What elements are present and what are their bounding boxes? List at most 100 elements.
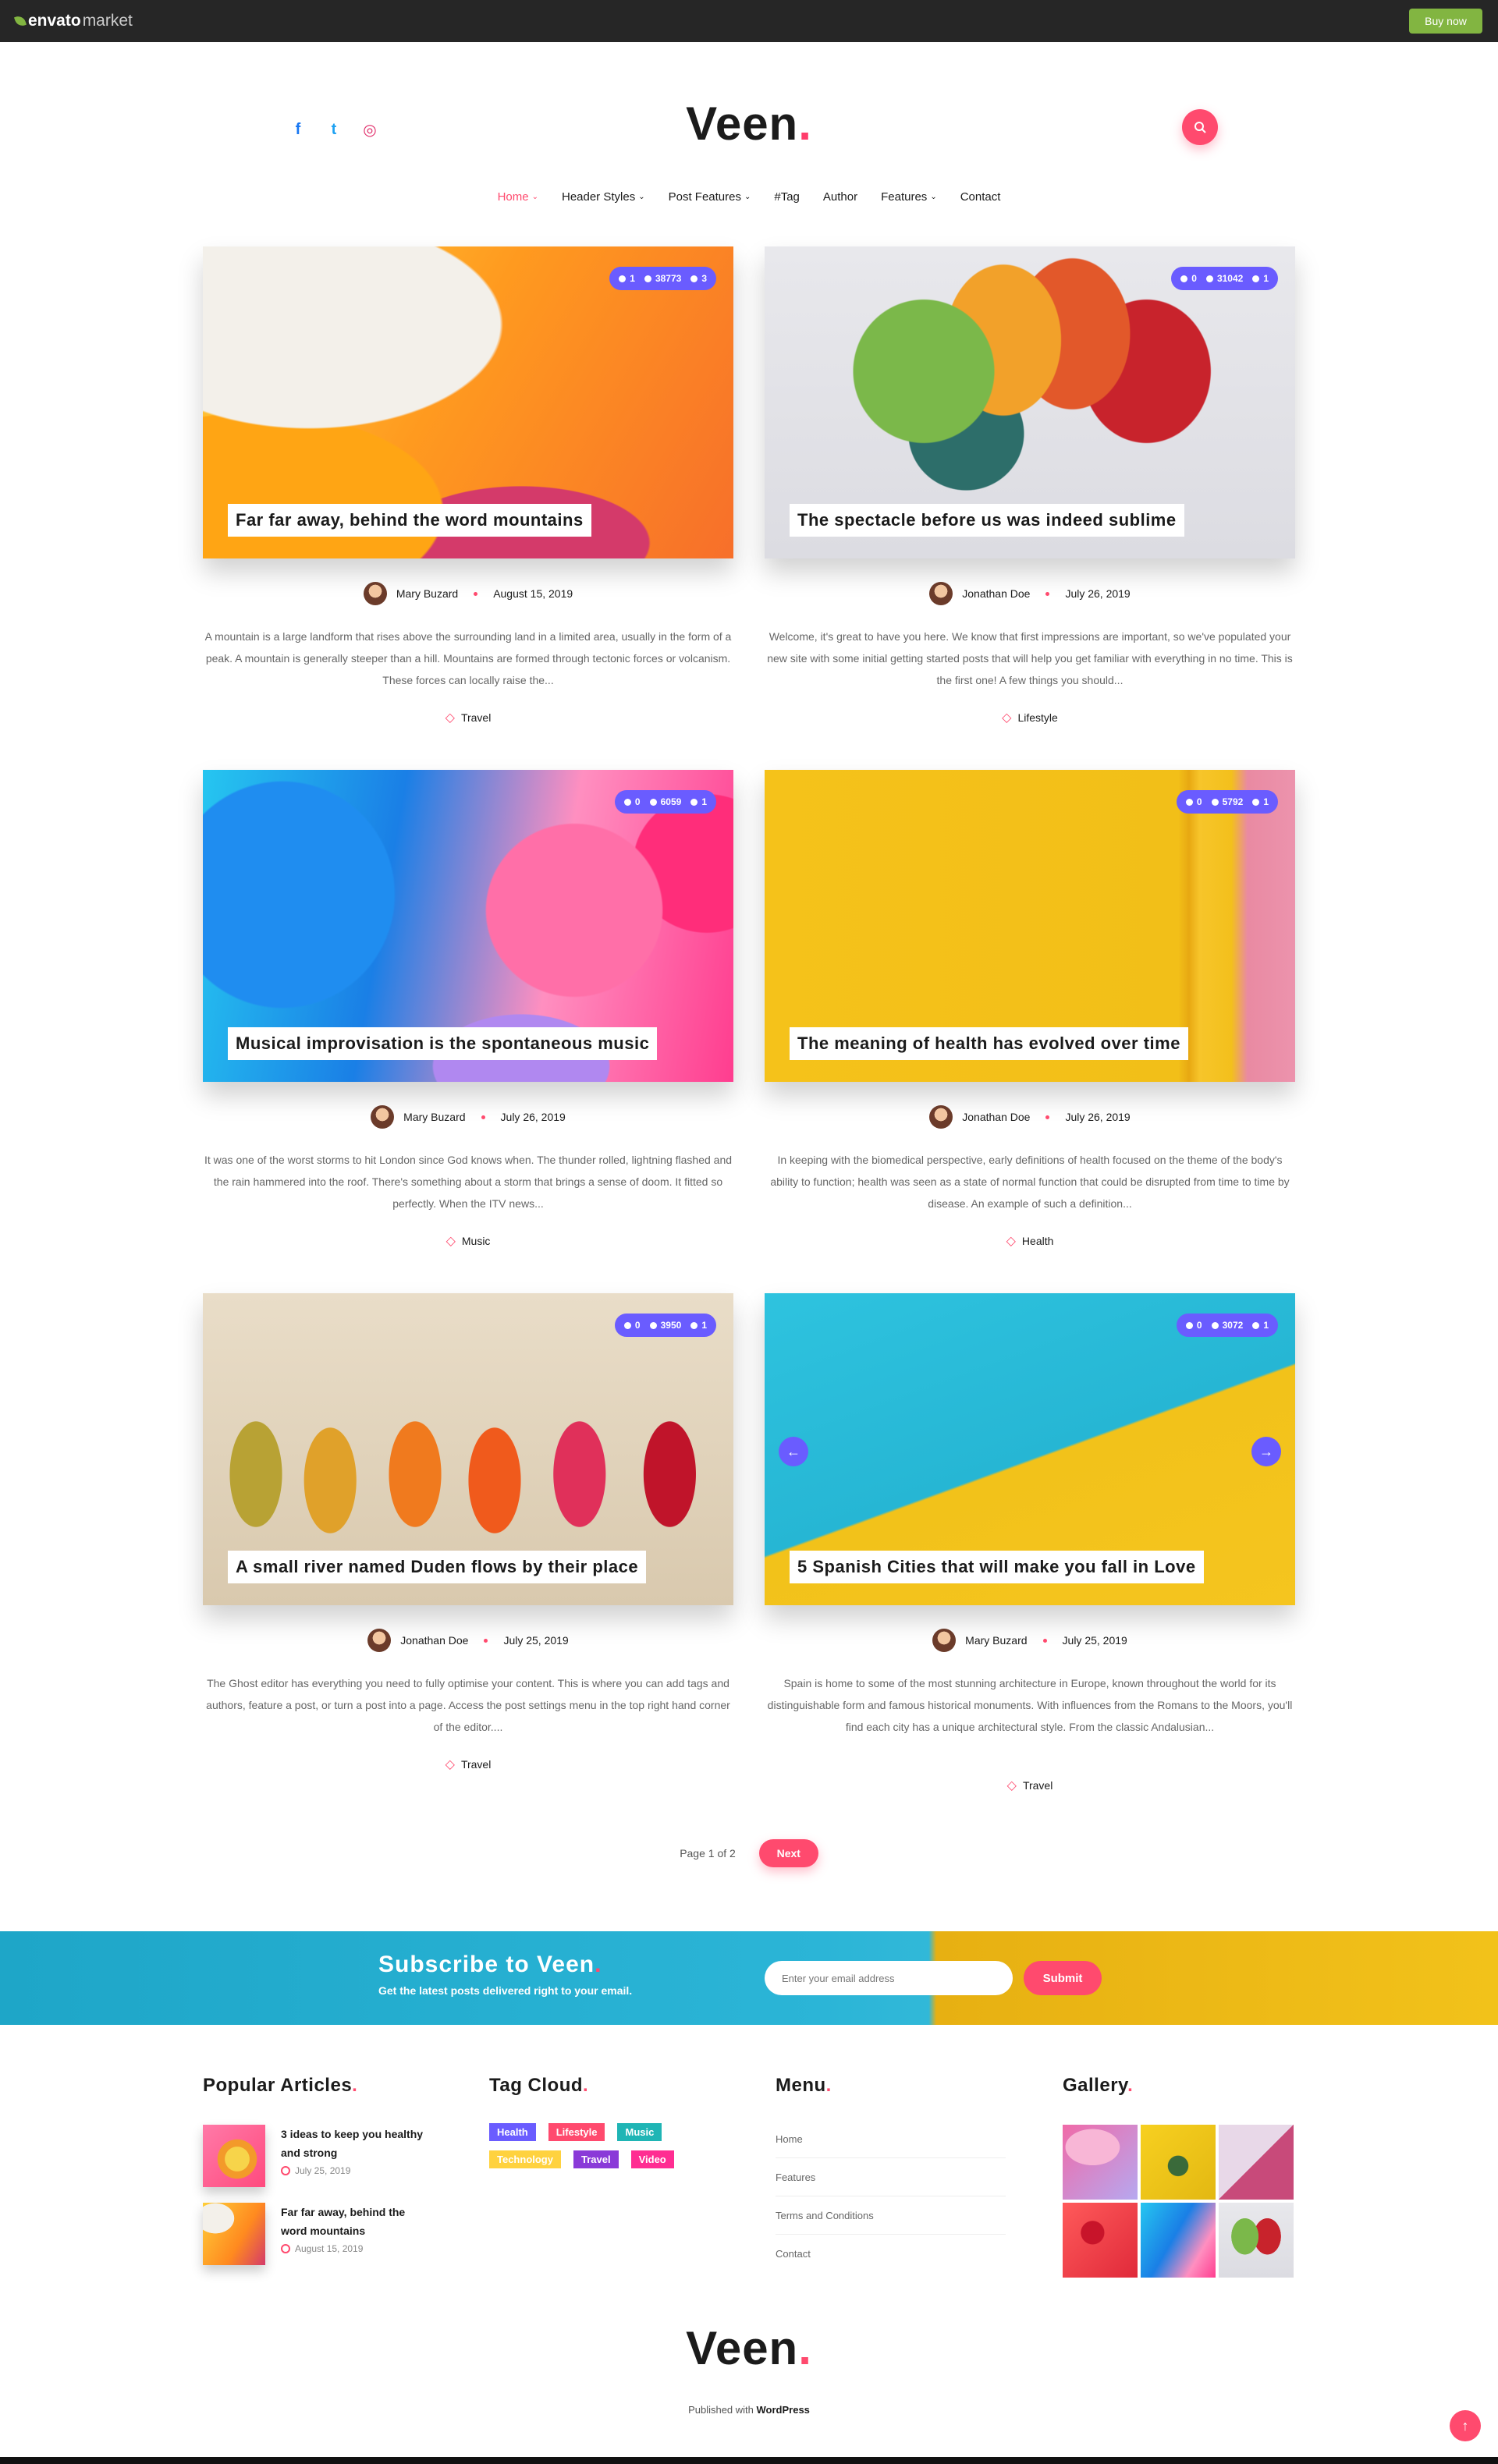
meta-separator	[1045, 1115, 1050, 1119]
post-stats: 0 31042 1	[1171, 267, 1278, 290]
article-thumbnail[interactable]	[203, 2125, 265, 2187]
email-field[interactable]	[765, 1961, 1013, 1995]
post-tag-label: Travel	[460, 711, 492, 724]
avatar[interactable]	[367, 1629, 392, 1652]
post-image[interactable]: 0 31042 1 The spectacle before us was inde…	[765, 246, 1295, 558]
gallery-image[interactable]	[1063, 2125, 1138, 2200]
chevron-down-icon: ⌄	[930, 193, 937, 201]
gallery-image[interactable]	[1219, 2125, 1294, 2200]
post-tag[interactable]: ◇ Health	[765, 1233, 1295, 1249]
footer-menu-home[interactable]: Home	[776, 2120, 1006, 2158]
post-title[interactable]: A small river named Duden flows by their…	[228, 1551, 647, 1583]
fire-icon	[649, 1321, 657, 1329]
nav-home[interactable]: Home ⌄	[498, 190, 538, 204]
gallery-image[interactable]	[1063, 2203, 1138, 2278]
article-thumbnail[interactable]	[203, 2203, 265, 2265]
tag-video[interactable]: Video	[630, 2150, 674, 2168]
avatar[interactable]	[929, 582, 953, 605]
widget-title-text: Tag Cloud	[489, 2075, 584, 2096]
post-stats: 0 3950 1	[614, 1314, 716, 1337]
post-author[interactable]: Mary Buzard	[965, 1634, 1027, 1647]
popular-article[interactable]: 3 ideas to keep you healthy and strong Ju…	[203, 2125, 437, 2187]
title-dot: .	[352, 2075, 358, 2096]
nav-features-label: Features	[881, 190, 928, 204]
post-tag[interactable]: ◇ Travel	[203, 710, 733, 725]
meta-separator	[1045, 591, 1050, 596]
post-tag[interactable]: ◇ Travel	[203, 1757, 733, 1772]
footer-menu-contact[interactable]: Contact	[776, 2235, 1006, 2273]
post-image[interactable]: 0 5792 1 The meaning of health has evolved…	[765, 770, 1295, 1082]
post-title[interactable]: The spectacle before us was indeed subli…	[790, 504, 1184, 537]
post-author[interactable]: Mary Buzard	[403, 1111, 465, 1123]
article-title[interactable]: 3 ideas to keep you healthy and strong	[281, 2125, 429, 2162]
tag-lifestyle[interactable]: Lifestyle	[548, 2123, 605, 2141]
nav-author[interactable]: Author	[823, 190, 857, 204]
next-page-button[interactable]: Next	[758, 1839, 818, 1867]
post-title[interactable]: 5 Spanish Cities that will make you fall…	[790, 1551, 1204, 1583]
envato-logo[interactable]: envato market	[13, 12, 133, 30]
post-image[interactable]: 0 3950 1 A small river named Duden flows b…	[203, 1293, 733, 1605]
nav-tag[interactable]: #Tag	[774, 190, 800, 204]
wordpress-link[interactable]: WordPress	[757, 2404, 810, 2416]
likes-count: 1	[1252, 273, 1269, 284]
tag-music[interactable]: Music	[617, 2123, 662, 2141]
site-logo[interactable]: Veen.	[0, 97, 1498, 151]
nav-home-label: Home	[497, 190, 529, 204]
avatar[interactable]	[363, 582, 387, 605]
article-date: July 25, 2019	[281, 2165, 429, 2176]
nav-post-features[interactable]: Post Features ⌄	[669, 190, 751, 204]
gallery-image[interactable]	[1141, 2125, 1216, 2200]
article-title[interactable]: Far far away, behind the word mountains	[281, 2203, 429, 2240]
avatar[interactable]	[929, 1105, 953, 1129]
post-title[interactable]: Musical improvisation is the spontaneous…	[228, 1027, 658, 1060]
title-dot: .	[825, 2075, 832, 2096]
post-tag[interactable]: ◇ Travel	[765, 1778, 1295, 1793]
search-button[interactable]	[1182, 109, 1218, 145]
post-image[interactable]: 0 6059 1 Musical improvisation is the spon…	[203, 770, 733, 1082]
nav-author-label: Author	[822, 190, 858, 204]
post-tag[interactable]: ◇ Music	[203, 1233, 733, 1249]
nav-contact[interactable]: Contact	[960, 190, 1001, 204]
post-author[interactable]: Jonathan Doe	[962, 587, 1030, 600]
menu-widget: Menu. Home Features Terms and Conditions…	[776, 2075, 1010, 2260]
post-author[interactable]: Jonathan Doe	[962, 1111, 1030, 1123]
avatar[interactable]	[932, 1629, 957, 1652]
post-tag[interactable]: ◇ Lifestyle	[765, 710, 1295, 725]
footer-menu-features[interactable]: Features	[776, 2158, 1006, 2196]
clock-icon	[281, 2166, 290, 2175]
logo-dot: .	[798, 97, 812, 150]
gallery-image[interactable]	[1141, 2203, 1216, 2278]
popular-article[interactable]: Far far away, behind the word mountains A…	[203, 2203, 437, 2265]
meta-separator	[481, 1115, 485, 1119]
post-author[interactable]: Mary Buzard	[396, 587, 458, 600]
slider-prev-button[interactable]: ←	[779, 1437, 808, 1466]
back-to-top-button[interactable]: ↑	[1450, 2410, 1481, 2441]
tag-technology[interactable]: Technology	[489, 2150, 561, 2168]
submit-button[interactable]: Submit	[1024, 1961, 1102, 1995]
post-title[interactable]: Far far away, behind the word mountains	[228, 504, 591, 537]
post-title[interactable]: The meaning of health has evolved over t…	[790, 1027, 1188, 1060]
tag-icon: ◇	[445, 1235, 456, 1248]
footer-logo[interactable]: Veen.	[0, 2321, 1498, 2375]
bottom-bar	[0, 2457, 1498, 2464]
tag-travel[interactable]: Travel	[573, 2150, 619, 2168]
post-image[interactable]: 0 3072 1 ← → 5 Spanish Cities that will ma…	[765, 1293, 1295, 1605]
chevron-down-icon: ⌄	[638, 193, 645, 201]
footer-menu-terms[interactable]: Terms and Conditions	[776, 2196, 1006, 2235]
nav-features[interactable]: Features ⌄	[881, 190, 937, 204]
tag-icon: ◇	[445, 1758, 455, 1771]
tag-health[interactable]: Health	[489, 2123, 536, 2141]
gallery-image[interactable]	[1219, 2203, 1294, 2278]
post-image[interactable]: 1 38773 3 Far far away, behind the word mo…	[203, 246, 733, 558]
post-author[interactable]: Jonathan Doe	[400, 1634, 468, 1647]
nav-header-styles[interactable]: Header Styles ⌄	[562, 190, 645, 204]
buy-now-button[interactable]: Buy now	[1409, 9, 1482, 34]
envato-leaf-icon	[13, 14, 27, 28]
footer-credit: Published with WordPress	[0, 2404, 1498, 2416]
likes-count: 1	[1252, 796, 1269, 807]
slider-next-button[interactable]: →	[1251, 1437, 1281, 1466]
heart-icon	[690, 798, 698, 806]
avatar[interactable]	[371, 1105, 395, 1129]
nav-header-styles-label: Header Styles	[561, 190, 636, 204]
likes-count: 1	[690, 796, 707, 807]
